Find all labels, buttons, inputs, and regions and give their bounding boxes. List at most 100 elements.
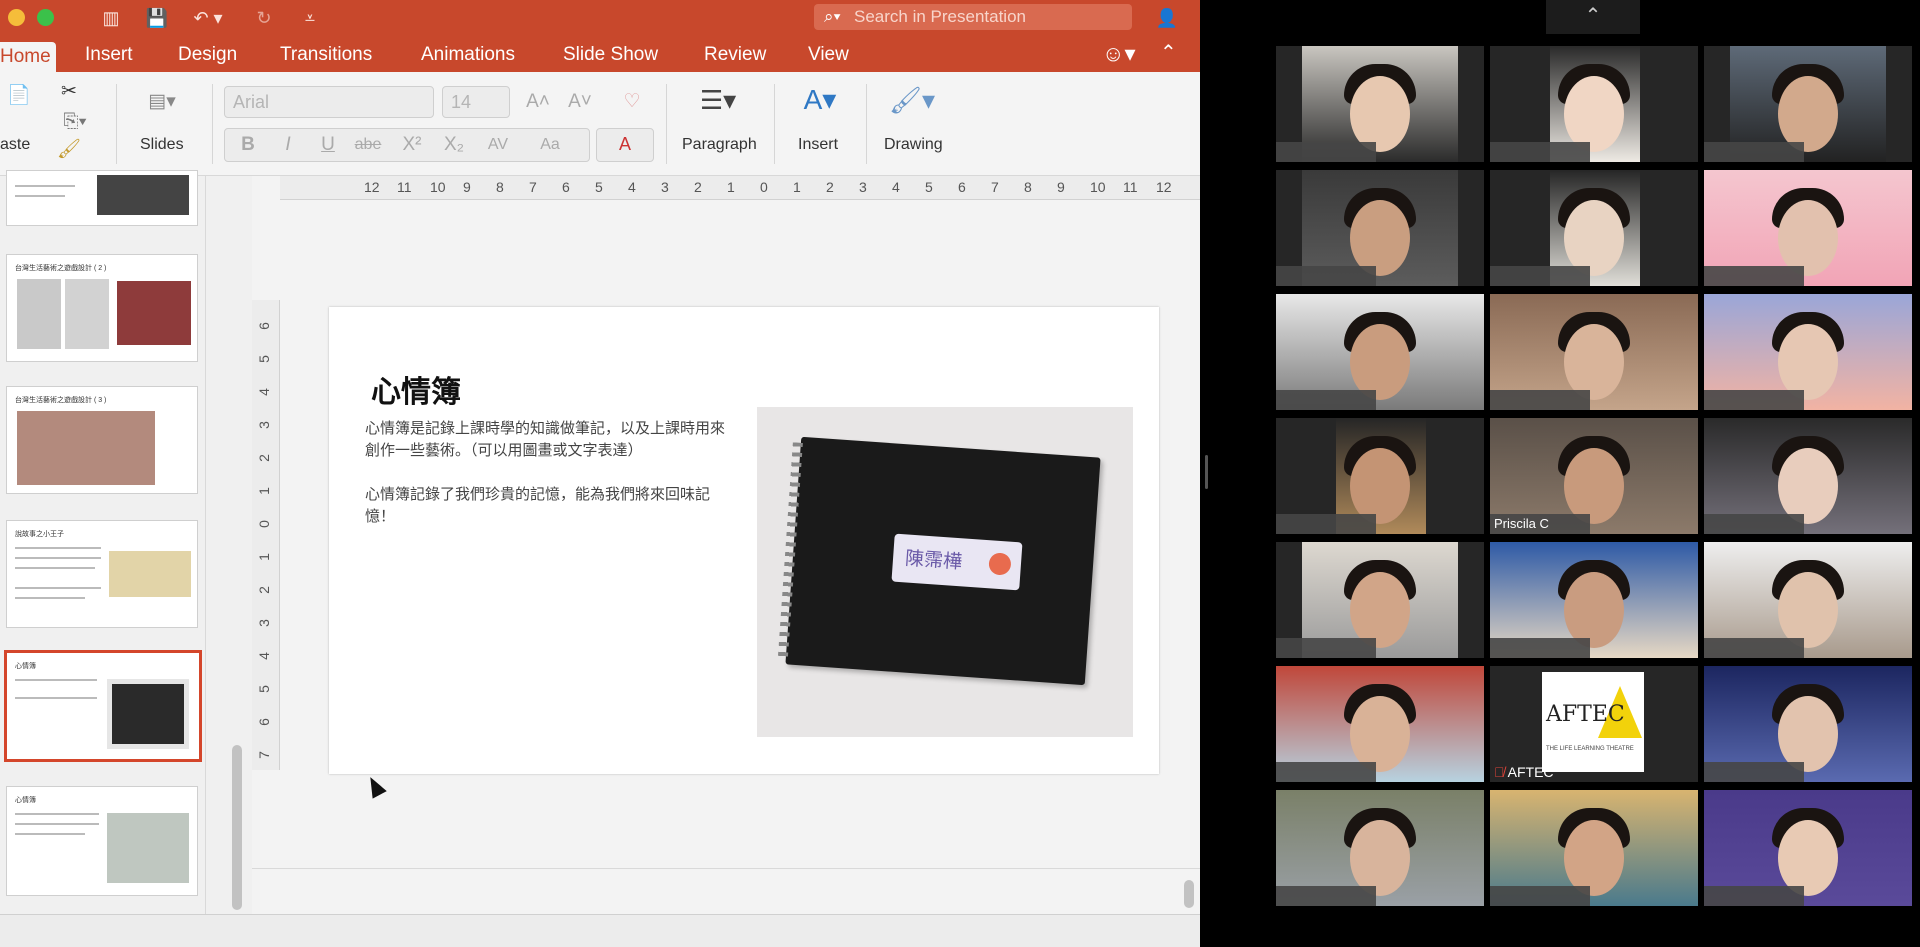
insert-shape-icon[interactable]: A▾ (792, 84, 848, 116)
customize-toolbar-icon[interactable]: ⩡ (298, 6, 322, 30)
collapse-gallery-button[interactable]: ⌃ (1546, 0, 1640, 34)
collapse-ribbon-icon[interactable]: ⌃ (1160, 40, 1177, 65)
participant-video-tile[interactable] (1490, 46, 1698, 162)
tab-animations[interactable]: Animations (421, 44, 515, 66)
participant-video-tile[interactable] (1276, 418, 1484, 534)
participant-video-tile[interactable] (1490, 170, 1698, 286)
tab-insert[interactable]: Insert (85, 44, 133, 66)
clear-formatting-icon[interactable]: ♡ (610, 86, 654, 118)
slide-thumbnail[interactable]: 台灣生活藝術之遊戲設計 ( 3 ) (6, 386, 198, 494)
zoom-window-button[interactable] (37, 9, 54, 26)
paragraph-icon[interactable]: ☰▾ (690, 84, 746, 116)
save-icon[interactable]: 💾 (144, 6, 170, 30)
participant-video-tile[interactable] (1490, 294, 1698, 410)
participant-video-tile[interactable] (1490, 790, 1698, 906)
slide-thumbnail[interactable]: 說故事之小王子 (6, 520, 198, 628)
cut-icon[interactable]: ✂ (50, 76, 88, 108)
share-icon[interactable]: 👤+ (1152, 6, 1182, 52)
tab-home[interactable]: Home (0, 42, 56, 72)
slide-paragraph[interactable]: 心情簿記錄了我們珍貴的記憶，能為我們將來回味記憶！ (365, 483, 725, 527)
ruler-tick-label: 0 (760, 179, 768, 195)
redo-icon[interactable]: ↻ (252, 6, 276, 30)
slide-thumbnail[interactable] (6, 170, 198, 226)
slide-thumbnail[interactable]: 心情簿 (6, 786, 198, 896)
participant-name-strip (1704, 638, 1804, 658)
slides-label[interactable]: Slides (140, 136, 184, 154)
ruler-tick-label: 1 (255, 487, 272, 495)
ruler-tick-label: 0 (255, 520, 272, 528)
change-case-button[interactable]: Aa (531, 129, 569, 161)
participant-video-tile[interactable] (1276, 294, 1484, 410)
thumbnail-text-line (15, 679, 97, 681)
strikethrough-button[interactable]: abe (349, 129, 387, 161)
tab-review[interactable]: Review (704, 44, 766, 66)
ruler-tick-label: 6 (958, 179, 966, 195)
participant-video-tile[interactable]: AFTEC THE LIFE LEARNING THEATRE 🎙̸ AFTEC (1490, 666, 1698, 782)
format-painter-icon[interactable]: 🖌 (50, 134, 88, 166)
participant-video-tile[interactable] (1276, 542, 1484, 658)
split-divider-handle[interactable] (1205, 455, 1208, 489)
participant-video-tile[interactable]: Priscila C (1490, 418, 1698, 534)
underline-button[interactable]: U (309, 129, 347, 161)
paste-icon[interactable]: 📄 (0, 80, 38, 112)
search-input[interactable]: ⌕▾ Search in Presentation (814, 4, 1132, 30)
thumbnail-photo (109, 551, 191, 597)
drawing-icon[interactable]: 🖌▾ (884, 84, 940, 116)
thumbnail-scrollbar[interactable] (232, 745, 242, 910)
insert-label[interactable]: Insert (798, 136, 838, 154)
slide-paragraph[interactable]: 心情簿是記錄上課時學的知識做筆記，以及上課時用來創作一些藝術。（可以用圖畫或文字… (365, 417, 725, 461)
search-icon: ⌕▾ (824, 7, 841, 26)
participant-video-tile[interactable] (1276, 46, 1484, 162)
search-placeholder: Search in Presentation (854, 7, 1026, 26)
tab-design[interactable]: Design (178, 44, 237, 66)
font-name-value: Arial (233, 92, 270, 112)
feedback-smiley-icon[interactable]: ☺▾ (1102, 41, 1136, 67)
italic-button[interactable]: I (269, 129, 307, 161)
participant-video-tile[interactable] (1704, 542, 1912, 658)
participant-video-tile[interactable] (1490, 542, 1698, 658)
sidebar-toggle-icon[interactable]: ▥ (98, 6, 124, 30)
notebook-photo[interactable]: 陳霈樺 (757, 407, 1133, 737)
undo-icon[interactable]: ↶ ▾ (188, 6, 228, 30)
participant-name-strip (1490, 266, 1590, 286)
current-slide[interactable]: 心情簿 心情簿是記錄上課時學的知識做筆記，以及上課時用來創作一些藝術。（可以用圖… (329, 307, 1159, 774)
ruler-tick-label: 9 (1057, 179, 1065, 195)
character-spacing-button[interactable]: AV (479, 129, 517, 161)
superscript-button[interactable]: X² (393, 129, 431, 161)
minimize-window-button[interactable] (8, 9, 25, 26)
participant-face (1564, 448, 1624, 524)
ruler-tick-label: 4 (255, 652, 272, 660)
editor-scrollbar[interactable] (1184, 880, 1194, 908)
bold-button[interactable]: B (229, 129, 267, 161)
participant-face (1564, 76, 1624, 152)
grow-font-button[interactable]: A˄ (518, 86, 558, 118)
participant-video-tile[interactable] (1276, 790, 1484, 906)
separator (212, 84, 213, 164)
participant-video-tile[interactable] (1704, 170, 1912, 286)
tab-transitions[interactable]: Transitions (280, 44, 372, 66)
participant-video-tile[interactable] (1704, 790, 1912, 906)
participant-video-tile[interactable] (1276, 170, 1484, 286)
vertical-ruler: 6 5 4 3 2 1 0 1 2 3 4 5 6 7 (252, 300, 280, 770)
paragraph-label[interactable]: Paragraph (682, 136, 757, 154)
slide-thumbnail[interactable]: 台灣生活藝術之遊戲設計 ( 2 ) (6, 254, 198, 362)
font-color-button[interactable]: A (596, 128, 654, 162)
participant-video-tile[interactable] (1704, 294, 1912, 410)
subscript-button[interactable]: X₂ (435, 129, 473, 161)
slides-layout-icon[interactable]: ▤▾ (134, 86, 190, 118)
font-size-select[interactable]: 14 (442, 86, 510, 118)
editor-bottom-bar (252, 868, 1200, 914)
participant-video-tile[interactable] (1704, 46, 1912, 162)
participant-video-tile[interactable] (1704, 418, 1912, 534)
slide-thumbnail-selected[interactable]: 心情簿 (4, 650, 202, 762)
slide-title[interactable]: 心情簿 (371, 367, 461, 411)
drawing-label[interactable]: Drawing (884, 136, 943, 154)
tab-slide-show[interactable]: Slide Show (563, 44, 658, 66)
participant-name-strip (1704, 142, 1804, 162)
tab-view[interactable]: View (808, 44, 849, 66)
participant-video-tile[interactable] (1704, 666, 1912, 782)
shrink-font-button[interactable]: A˅ (560, 86, 600, 118)
paste-label[interactable]: aste (0, 136, 30, 154)
font-name-select[interactable]: Arial (224, 86, 434, 118)
participant-video-tile[interactable] (1276, 666, 1484, 782)
